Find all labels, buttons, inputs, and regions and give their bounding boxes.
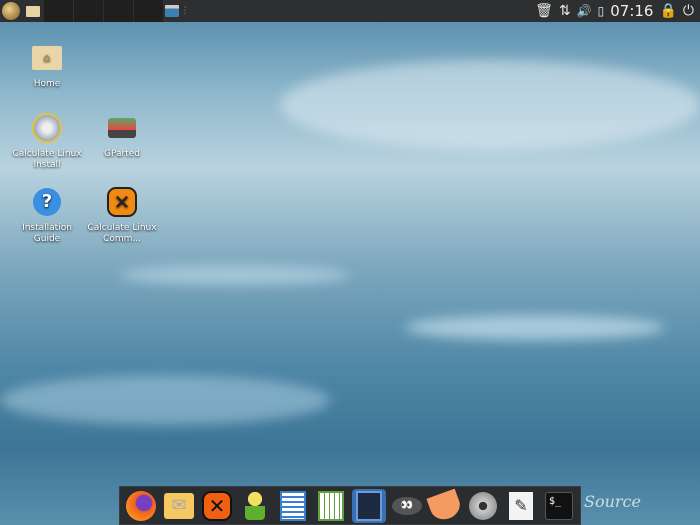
gparted-icon [105, 111, 139, 145]
lock-icon[interactable]: 🔒 [659, 3, 676, 19]
spreadsheet-icon[interactable] [314, 489, 348, 523]
calculator-icon[interactable] [352, 488, 386, 523]
desktop-icon-guide[interactable]: ? Installation Guide [10, 185, 84, 245]
trash-icon[interactable]: 🗑 [535, 3, 553, 19]
help-icon: ? [30, 185, 64, 219]
icon-label: Calculate Linux Comm... [87, 223, 157, 244]
show-desktop-icon[interactable]: ⋮ [164, 0, 190, 22]
calculate-console-icon: ✕ [105, 185, 139, 219]
task-slot[interactable] [44, 0, 74, 22]
icon-label: GParted [104, 149, 140, 159]
clock[interactable]: 07:16 [610, 2, 653, 20]
clementine-icon[interactable] [426, 488, 464, 523]
installer-disc-icon [30, 111, 64, 145]
icon-label: Home [33, 79, 61, 89]
gimp-icon[interactable]: 👀 [390, 489, 424, 523]
home-folder-icon: ⌂ [30, 41, 64, 75]
power-icon[interactable]: ⏻ [683, 3, 694, 19]
text-editor-icon[interactable]: ✎ [504, 489, 538, 523]
writer-icon[interactable] [276, 489, 310, 523]
desktop-icon-home[interactable]: ⌂ Home [10, 41, 84, 90]
contacts-icon[interactable] [238, 489, 272, 523]
top-panel: ⋮ 🗑 ⇅ 🔊 ▯ 07:16 🔒 ⏻ [0, 0, 700, 22]
terminal-icon[interactable]: $_ [542, 489, 576, 523]
desktop-icon-console[interactable]: ✕ Calculate Linux Comm... [85, 185, 159, 245]
icon-label: Installation Guide [22, 223, 72, 244]
desktop-icon-install[interactable]: Calculate Linux Install [10, 111, 84, 171]
battery-icon[interactable]: ▯ [598, 4, 605, 18]
task-slot[interactable] [134, 0, 164, 22]
network-icon[interactable]: ⇅ [559, 3, 571, 19]
calculate-console-icon[interactable]: ✕ [200, 489, 234, 523]
calculate-menu-icon[interactable] [0, 0, 22, 22]
mail-icon[interactable]: ✉ [162, 489, 196, 523]
video-player-icon[interactable] [466, 489, 500, 523]
task-slot[interactable] [104, 0, 134, 22]
volume-icon[interactable]: 🔊 [577, 4, 592, 18]
icon-label: Calculate Linux Install [12, 149, 82, 170]
task-slot[interactable] [74, 0, 104, 22]
wallpaper-text: Source [584, 492, 641, 511]
dock: ✉ ✕ 👀 ✎ $_ [119, 486, 581, 525]
desktop-icon-gparted[interactable]: GParted [85, 111, 159, 160]
system-tray: 🗑 ⇅ 🔊 ▯ 07:16 🔒 ⏻ [535, 0, 700, 22]
firefox-icon[interactable] [124, 489, 158, 523]
home-folder-launcher-icon[interactable] [22, 0, 44, 22]
